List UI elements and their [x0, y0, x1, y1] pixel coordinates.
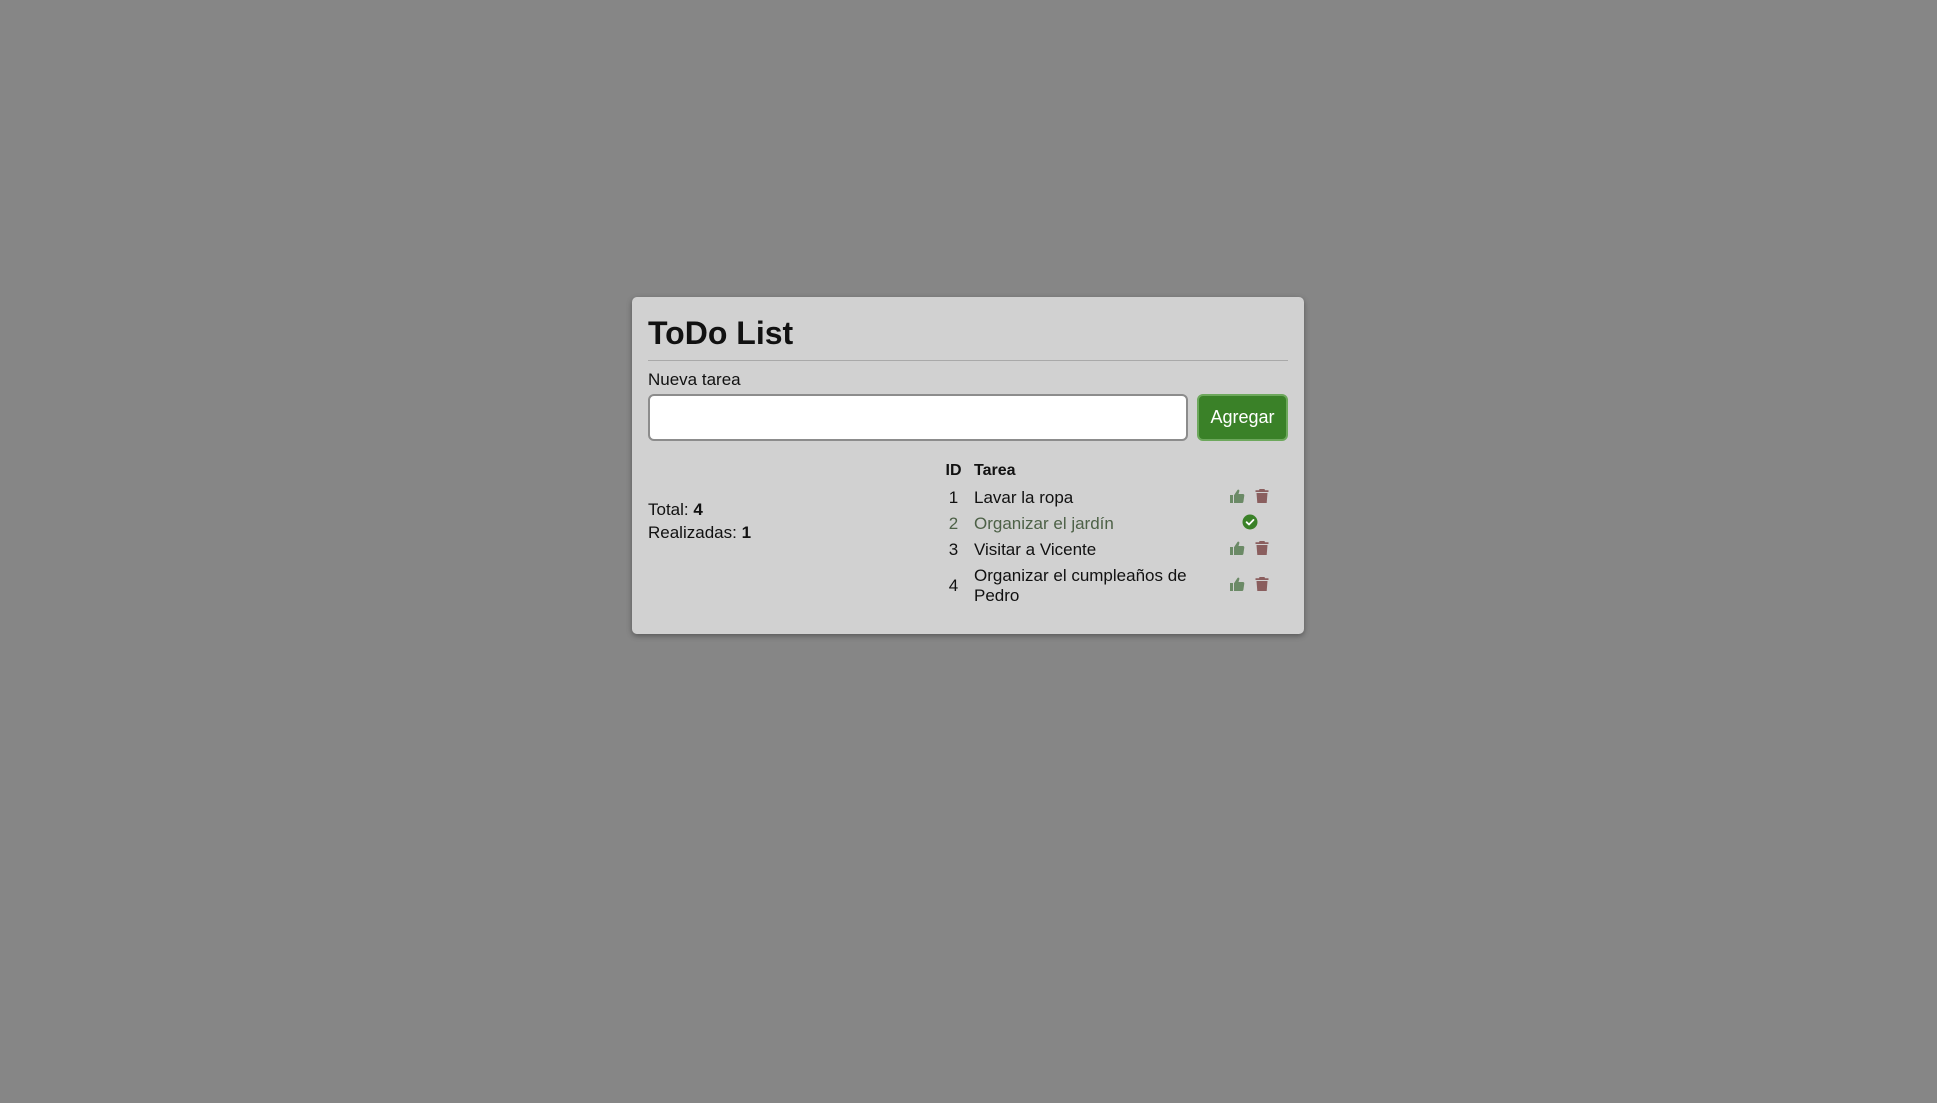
title-divider [648, 360, 1288, 361]
task-id: 4 [948, 576, 959, 595]
thumbs-up-icon[interactable] [1229, 488, 1245, 504]
task-actions [1211, 511, 1288, 537]
task-text: Organizar el cumpleaños de Pedro [974, 566, 1187, 605]
new-task-input[interactable] [648, 394, 1188, 441]
new-task-label: Nueva tarea [648, 370, 741, 389]
task-text: Lavar la ropa [974, 488, 1074, 507]
check-circle-icon [1242, 514, 1258, 530]
trash-icon[interactable] [1254, 576, 1270, 592]
page-title: ToDo List [648, 315, 794, 351]
total-label: Total: [648, 500, 689, 519]
task-text: Organizar el jardín [974, 514, 1114, 533]
id-column-header: ID [945, 462, 962, 479]
table-row: 2 Organizar el jardín [938, 511, 1288, 537]
thumbs-up-icon[interactable] [1229, 540, 1245, 556]
task-table: ID Tarea 1 Lavar la ropa 2 Organizar el … [938, 457, 1288, 609]
table-row: 3 Visitar a Vicente [938, 537, 1288, 563]
todo-card: ToDo List Nueva tarea Agregar Total: 4 R… [632, 297, 1304, 634]
task-id: 1 [948, 488, 959, 507]
thumbs-up-icon[interactable] [1229, 576, 1245, 592]
task-actions [1211, 485, 1288, 511]
trash-icon[interactable] [1254, 488, 1270, 504]
done-label: Realizadas: [648, 523, 737, 542]
task-section: Total: 4 Realizadas: 1 ID Tarea 1 Lavar … [648, 457, 1288, 619]
task-actions [1211, 563, 1288, 609]
new-task-form: Agregar [648, 394, 1288, 441]
done-value: 1 [741, 523, 752, 542]
total-stat: Total: 4 [648, 498, 751, 521]
trash-icon[interactable] [1254, 540, 1270, 556]
done-stat: Realizadas: 1 [648, 521, 751, 544]
table-row: 4 Organizar el cumpleaños de Pedro [938, 563, 1288, 609]
total-value: 4 [693, 500, 703, 519]
task-stats: Total: 4 Realizadas: 1 [648, 498, 751, 544]
task-column-header: Tarea [974, 462, 1016, 479]
table-header-row: ID Tarea [938, 457, 1288, 485]
table-row: 1 Lavar la ropa [938, 485, 1288, 511]
task-actions [1211, 537, 1288, 563]
task-id: 3 [948, 540, 959, 559]
task-id: 2 [948, 514, 959, 533]
actions-column-header [1211, 457, 1288, 485]
add-task-button[interactable]: Agregar [1197, 394, 1288, 441]
task-text: Visitar a Vicente [974, 540, 1097, 559]
